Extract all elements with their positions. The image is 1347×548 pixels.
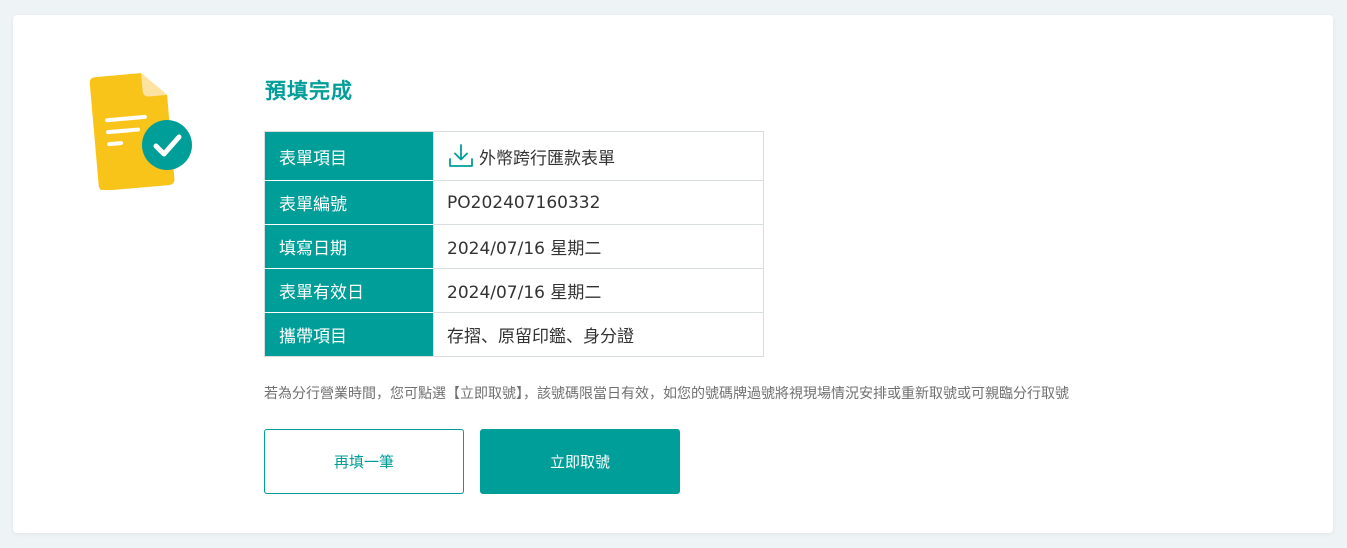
row-value-form-number: PO202407160332: [433, 180, 764, 225]
table-row: 表單有效日 2024/07/16 星期二: [264, 268, 764, 313]
form-name: 外幣跨行匯款表單: [479, 148, 615, 169]
form-details-table: 表單項目 外幣跨行匯款表單 表單編號 PO202407160332 填寫日期 2…: [264, 131, 764, 357]
row-value-carry-items: 存摺、原留印鑑、身分證: [433, 312, 764, 357]
row-label-form-number: 表單編號: [264, 180, 434, 225]
row-label-form-item: 表單項目: [264, 131, 434, 181]
row-label-carry-items: 攜帶項目: [264, 312, 434, 357]
take-number-button[interactable]: 立即取號: [480, 429, 680, 494]
table-row: 表單編號 PO202407160332: [264, 180, 764, 225]
document-check-icon: [88, 70, 198, 191]
table-row: 表單項目 外幣跨行匯款表單: [264, 131, 764, 181]
row-value-fill-date: 2024/07/16 星期二: [433, 224, 764, 269]
row-label-valid-date: 表單有效日: [264, 268, 434, 313]
refill-button[interactable]: 再填一筆: [264, 429, 464, 494]
result-card: 預填完成 表單項目 外幣跨行匯款表單 表單編號 PO202407160332 填…: [13, 15, 1333, 533]
notice-text: 若為分行營業時間，您可點選【立即取號】，該號碼限當日有效，如您的號碼牌過號將視現…: [264, 386, 1069, 402]
form-download-link[interactable]: 外幣跨行匯款表單: [447, 142, 763, 170]
row-value-valid-date: 2024/07/16 星期二: [433, 268, 764, 313]
page-title: 預填完成: [265, 79, 353, 103]
table-row: 攜帶項目 存摺、原留印鑑、身分證: [264, 312, 764, 357]
row-label-fill-date: 填寫日期: [264, 224, 434, 269]
table-row: 填寫日期 2024/07/16 星期二: [264, 224, 764, 269]
row-value-form-item[interactable]: 外幣跨行匯款表單: [433, 131, 764, 181]
download-icon: [447, 142, 475, 170]
